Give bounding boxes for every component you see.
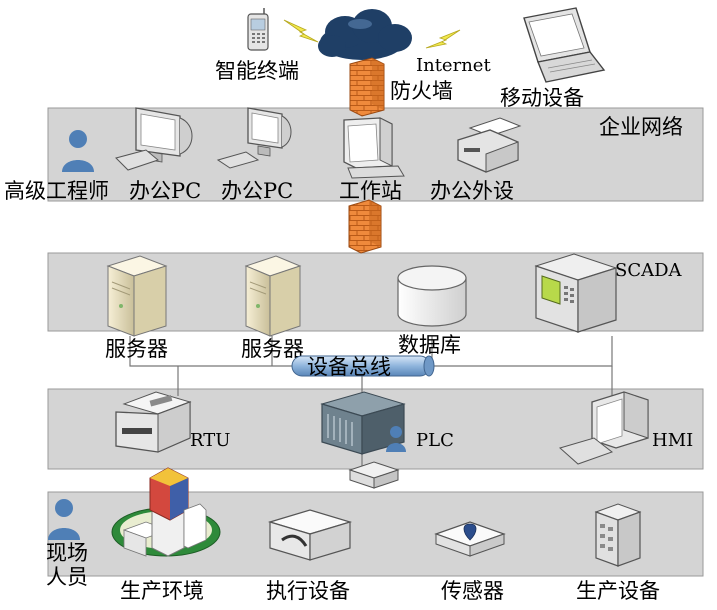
internet-label: Internet bbox=[416, 55, 491, 76]
actuator-label: 执行设备 bbox=[266, 579, 350, 603]
mobile-device-label: 移动设备 bbox=[500, 86, 584, 110]
production-equipment-icon bbox=[594, 503, 642, 567]
field-personnel-label-line2: 人员 bbox=[46, 565, 88, 589]
enterprise-layer-label: 企业网络 bbox=[599, 115, 683, 139]
office-peripheral-label: 办公外设 bbox=[430, 179, 514, 203]
smart-terminal-label: 智能终端 bbox=[215, 59, 299, 83]
firewall-icon bbox=[349, 57, 385, 117]
server-1-label: 服务器 bbox=[105, 337, 168, 361]
office-pc-1-label: 办公PC bbox=[129, 179, 201, 203]
lightning-bolt-icon bbox=[283, 19, 319, 43]
sensor-label: 传感器 bbox=[441, 579, 504, 603]
ics-network-diagram: 智能终端 Internet 防火墙 移动设备 企业网络 高级工程师 办公PC 办… bbox=[4, 7, 704, 603]
device-bus-label: 设备总线 bbox=[307, 355, 391, 379]
field-personnel-label-line1: 现场 bbox=[46, 541, 88, 565]
server-2-label: 服务器 bbox=[241, 337, 304, 361]
internet-cloud-icon bbox=[318, 9, 412, 60]
smartphone-icon bbox=[247, 8, 269, 51]
senior-engineer-label: 高级工程师 bbox=[4, 179, 109, 203]
server-icon bbox=[106, 255, 168, 337]
rtu-label: RTU bbox=[190, 430, 230, 451]
database-icon bbox=[397, 265, 467, 327]
production-env-label: 生产环境 bbox=[120, 579, 204, 603]
office-pc-2-label: 办公PC bbox=[221, 179, 293, 203]
database-label: 数据库 bbox=[398, 333, 461, 357]
lightning-bolt-icon bbox=[425, 29, 461, 49]
workstation-label: 工作站 bbox=[339, 179, 402, 203]
laptop-icon bbox=[523, 7, 606, 83]
scada-layer-label: SCADA bbox=[615, 260, 683, 281]
plc-label: PLC bbox=[416, 430, 454, 451]
scada-terminal-icon bbox=[534, 253, 618, 333]
production-equipment-label: 生产设备 bbox=[576, 579, 660, 603]
firewall-label: 防火墙 bbox=[390, 79, 453, 103]
hmi-label: HMI bbox=[652, 430, 693, 451]
firewall-icon bbox=[348, 199, 382, 254]
server-icon bbox=[244, 255, 302, 337]
